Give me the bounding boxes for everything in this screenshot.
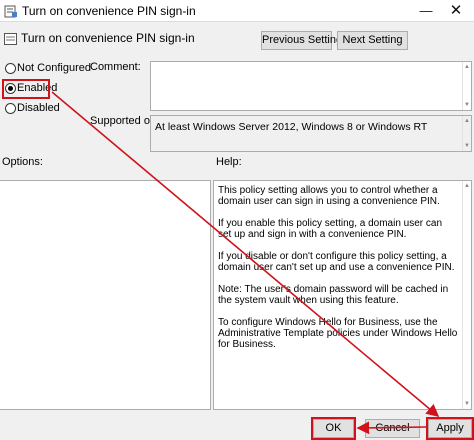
help-paragraph: If you enable this policy setting, a dom… — [218, 218, 443, 240]
help-paragraph: Note: The user's domain password will be… — [218, 284, 449, 306]
comment-label: Comment: — [90, 61, 141, 73]
title-bar: Turn on convenience PIN sign-in — ✕ — [0, 0, 474, 22]
scroll-down-icon[interactable]: ▼ — [464, 401, 470, 407]
apply-highlight-box — [426, 417, 474, 440]
supported-on-field: At least Windows Server 2012, Windows 8 … — [150, 115, 472, 152]
comment-scrollbar[interactable]: ▲ ▼ — [462, 62, 471, 110]
window-title: Turn on convenience PIN sign-in — [22, 4, 196, 18]
comment-textarea[interactable]: ▲ ▼ — [150, 61, 472, 111]
scroll-up-icon[interactable]: ▲ — [464, 183, 470, 189]
help-paragraph: This policy setting allows you to contro… — [218, 185, 440, 207]
cancel-button[interactable]: Cancel — [365, 419, 420, 438]
setting-title: Turn on convenience PIN sign-in — [21, 31, 195, 45]
scroll-up-icon[interactable]: ▲ — [464, 64, 470, 70]
help-scrollbar[interactable]: ▲ ▼ — [462, 181, 471, 409]
options-label: Options: — [2, 156, 43, 168]
enabled-highlight-box — [2, 79, 50, 99]
help-label: Help: — [216, 156, 242, 168]
scroll-up-icon[interactable]: ▲ — [464, 118, 470, 124]
scroll-down-icon[interactable]: ▼ — [464, 143, 470, 149]
help-paragraph: To configure Windows Hello for Business,… — [218, 317, 458, 350]
previous-setting-button[interactable]: Previous Setting — [261, 31, 342, 50]
close-icon[interactable]: ✕ — [446, 2, 466, 20]
policy-window-icon — [4, 5, 17, 18]
next-setting-button[interactable]: Next Setting — [337, 31, 408, 50]
supported-scrollbar[interactable]: ▲ ▼ — [462, 116, 471, 151]
radio-label: Disabled — [17, 102, 60, 114]
supported-on-value: At least Windows Server 2012, Windows 8 … — [155, 121, 428, 133]
scroll-down-icon[interactable]: ▼ — [464, 102, 470, 108]
radio-button[interactable] — [5, 103, 16, 114]
policy-setting-icon — [4, 33, 17, 45]
help-text: This policy setting allows you to contro… — [218, 185, 458, 361]
help-panel: This policy setting allows you to contro… — [213, 180, 472, 410]
ok-highlight-box — [311, 417, 356, 440]
options-panel — [0, 180, 211, 410]
minimize-icon[interactable]: — — [416, 2, 436, 20]
radio-button[interactable] — [5, 63, 16, 74]
supported-on-label: Supported on: — [90, 115, 160, 127]
radio-label: Not Configured — [17, 62, 91, 74]
help-paragraph: If you disable or don't configure this p… — [218, 251, 455, 273]
